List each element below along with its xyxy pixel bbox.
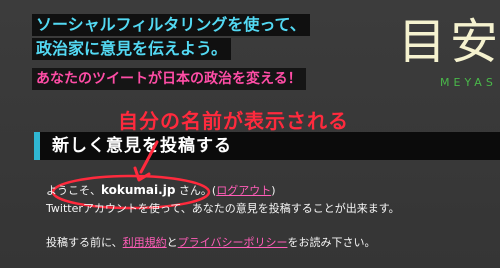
- logout-link[interactable]: ログアウト: [216, 184, 271, 197]
- logo-text: 目安: [398, 14, 500, 70]
- notice-and: と: [166, 236, 178, 249]
- notice-prefix: 投稿する前に、: [46, 236, 123, 249]
- annotation-label: 自分の名前が表示される: [118, 109, 349, 133]
- post-intro: ようこそ、kokumai.jp さん。(ログアウト) Twitterアカウントを…: [46, 182, 476, 251]
- tagline-block: ソーシャルフィルタリングを使って、 政治家に意見を伝えよう。 あなたのツイートが…: [32, 14, 332, 90]
- page: ソーシャルフィルタリングを使って、 政治家に意見を伝えよう。 あなたのツイートが…: [0, 0, 500, 268]
- notice-suffix: をお読み下さい。: [287, 236, 376, 249]
- welcome-prefix: ようこそ、: [46, 184, 101, 197]
- privacy-policy-link[interactable]: プライバシーポリシー: [178, 236, 288, 249]
- terms-link[interactable]: 利用規約: [123, 236, 167, 249]
- logout-paren-close: ): [271, 184, 276, 197]
- site-logo[interactable]: 目安: [398, 12, 500, 72]
- tagline-line-2: 政治家に意見を伝えよう。: [32, 38, 232, 60]
- username: kokumai.jp: [101, 183, 176, 197]
- twitter-description: Twitterアカウントを使って、あなたの意見を投稿することが出来ます。: [46, 202, 400, 215]
- logo-subtext: MEYAS: [440, 76, 497, 89]
- notice-line: 投稿する前に、利用規約とプライバシーポリシーをお読み下さい。: [46, 235, 476, 251]
- welcome-line: ようこそ、kokumai.jp さん。(ログアウト): [46, 182, 476, 199]
- tagline-line-1: ソーシャルフィルタリングを使って、: [32, 14, 310, 36]
- tagline-line-3: あなたのツイートが日本の政治を変える！: [32, 68, 306, 90]
- welcome-suffix: さん。: [175, 184, 212, 197]
